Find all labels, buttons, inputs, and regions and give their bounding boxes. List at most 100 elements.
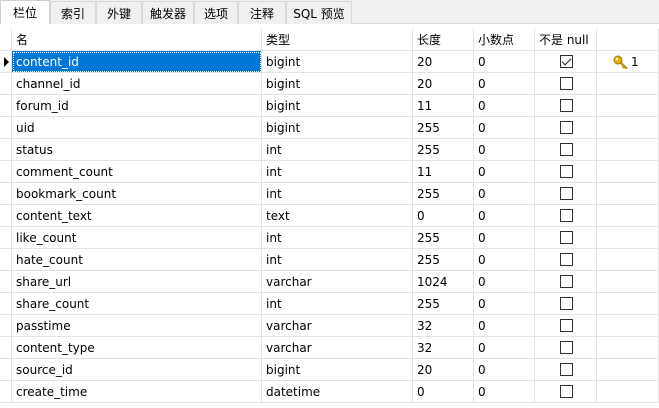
key-cell[interactable] bbox=[597, 337, 659, 359]
key-cell[interactable] bbox=[597, 117, 659, 139]
field-name-cell[interactable]: content_id bbox=[12, 51, 262, 73]
not-null-cell[interactable] bbox=[535, 271, 597, 293]
key-cell[interactable] bbox=[597, 381, 659, 403]
not-null-checkbox[interactable] bbox=[560, 143, 573, 156]
not-null-cell[interactable] bbox=[535, 315, 597, 337]
field-type-cell[interactable]: int bbox=[262, 183, 413, 205]
field-length-cell[interactable]: 255 bbox=[413, 183, 474, 205]
not-null-checkbox[interactable] bbox=[560, 121, 573, 134]
field-name-cell[interactable]: status bbox=[12, 139, 262, 161]
not-null-checkbox[interactable] bbox=[560, 55, 573, 68]
field-length-cell[interactable]: 0 bbox=[413, 381, 474, 403]
field-name-cell[interactable]: comment_count bbox=[12, 161, 262, 183]
field-decimals-cell[interactable]: 0 bbox=[474, 183, 535, 205]
not-null-checkbox[interactable] bbox=[560, 187, 573, 200]
key-cell[interactable] bbox=[597, 359, 659, 381]
key-cell[interactable] bbox=[597, 293, 659, 315]
field-decimals-cell[interactable]: 0 bbox=[474, 337, 535, 359]
field-name-cell[interactable]: source_id bbox=[12, 359, 262, 381]
field-type-cell[interactable]: int bbox=[262, 293, 413, 315]
row-indicator[interactable] bbox=[0, 117, 12, 139]
field-length-cell[interactable]: 20 bbox=[413, 51, 474, 73]
field-type-cell[interactable]: datetime bbox=[262, 381, 413, 403]
not-null-checkbox[interactable] bbox=[560, 363, 573, 376]
row-indicator[interactable] bbox=[0, 161, 12, 183]
field-type-cell[interactable]: int bbox=[262, 227, 413, 249]
field-name-cell[interactable]: like_count bbox=[12, 227, 262, 249]
not-null-checkbox[interactable] bbox=[560, 253, 573, 266]
field-name-cell[interactable]: content_type bbox=[12, 337, 262, 359]
field-type-cell[interactable]: int bbox=[262, 249, 413, 271]
field-type-cell[interactable]: varchar bbox=[262, 315, 413, 337]
key-cell[interactable] bbox=[597, 95, 659, 117]
field-type-cell[interactable]: bigint bbox=[262, 117, 413, 139]
field-name-cell[interactable]: share_count bbox=[12, 293, 262, 315]
row-indicator[interactable] bbox=[0, 359, 12, 381]
not-null-checkbox[interactable] bbox=[560, 341, 573, 354]
row-indicator[interactable] bbox=[0, 293, 12, 315]
column-header-key[interactable] bbox=[597, 29, 659, 51]
field-decimals-cell[interactable]: 0 bbox=[474, 51, 535, 73]
row-indicator[interactable] bbox=[0, 183, 12, 205]
tab-options[interactable]: 选项 bbox=[194, 1, 238, 24]
field-length-cell[interactable]: 0 bbox=[413, 205, 474, 227]
field-type-cell[interactable]: int bbox=[262, 161, 413, 183]
not-null-checkbox[interactable] bbox=[560, 275, 573, 288]
field-length-cell[interactable]: 255 bbox=[413, 249, 474, 271]
key-cell[interactable] bbox=[597, 139, 659, 161]
field-name-cell[interactable]: create_time bbox=[12, 381, 262, 403]
column-header-length[interactable]: 长度 bbox=[413, 29, 474, 51]
not-null-cell[interactable] bbox=[535, 139, 597, 161]
key-cell[interactable] bbox=[597, 183, 659, 205]
not-null-cell[interactable] bbox=[535, 227, 597, 249]
field-type-cell[interactable]: int bbox=[262, 139, 413, 161]
key-cell[interactable] bbox=[597, 227, 659, 249]
field-decimals-cell[interactable]: 0 bbox=[474, 161, 535, 183]
not-null-cell[interactable] bbox=[535, 183, 597, 205]
column-header-not-null[interactable]: 不是 null bbox=[535, 29, 597, 51]
tab-comments[interactable]: 注释 bbox=[238, 1, 286, 24]
row-indicator[interactable] bbox=[0, 249, 12, 271]
field-name-cell[interactable]: channel_id bbox=[12, 73, 262, 95]
field-length-cell[interactable]: 255 bbox=[413, 227, 474, 249]
row-indicator[interactable] bbox=[0, 337, 12, 359]
tab-foreign-keys[interactable]: 外键 bbox=[96, 1, 142, 24]
not-null-checkbox[interactable] bbox=[560, 99, 573, 112]
tab-indexes[interactable]: 索引 bbox=[50, 1, 96, 24]
field-type-cell[interactable]: varchar bbox=[262, 337, 413, 359]
not-null-checkbox[interactable] bbox=[560, 231, 573, 244]
row-indicator[interactable] bbox=[0, 139, 12, 161]
field-name-cell[interactable]: uid bbox=[12, 117, 262, 139]
key-cell[interactable] bbox=[597, 205, 659, 227]
not-null-cell[interactable] bbox=[535, 293, 597, 315]
row-indicator[interactable] bbox=[0, 95, 12, 117]
not-null-checkbox[interactable] bbox=[560, 165, 573, 178]
field-length-cell[interactable]: 1024 bbox=[413, 271, 474, 293]
field-length-cell[interactable]: 20 bbox=[413, 359, 474, 381]
not-null-checkbox[interactable] bbox=[560, 319, 573, 332]
field-decimals-cell[interactable]: 0 bbox=[474, 249, 535, 271]
row-indicator[interactable] bbox=[0, 381, 12, 403]
key-cell[interactable] bbox=[597, 271, 659, 293]
column-header-decimals[interactable]: 小数点 bbox=[474, 29, 535, 51]
not-null-cell[interactable] bbox=[535, 117, 597, 139]
field-decimals-cell[interactable]: 0 bbox=[474, 359, 535, 381]
column-header-type[interactable]: 类型 bbox=[262, 29, 413, 51]
not-null-cell[interactable] bbox=[535, 73, 597, 95]
field-name-cell[interactable]: share_url bbox=[12, 271, 262, 293]
key-cell[interactable] bbox=[597, 161, 659, 183]
not-null-cell[interactable] bbox=[535, 359, 597, 381]
field-type-cell[interactable]: bigint bbox=[262, 95, 413, 117]
field-length-cell[interactable]: 32 bbox=[413, 315, 474, 337]
row-indicator[interactable] bbox=[0, 227, 12, 249]
row-indicator[interactable] bbox=[0, 271, 12, 293]
not-null-checkbox[interactable] bbox=[560, 77, 573, 90]
field-type-cell[interactable]: text bbox=[262, 205, 413, 227]
not-null-cell[interactable] bbox=[535, 249, 597, 271]
field-decimals-cell[interactable]: 0 bbox=[474, 117, 535, 139]
field-name-cell[interactable]: hate_count bbox=[12, 249, 262, 271]
field-name-cell[interactable]: forum_id bbox=[12, 95, 262, 117]
field-decimals-cell[interactable]: 0 bbox=[474, 205, 535, 227]
field-name-cell[interactable]: content_text bbox=[12, 205, 262, 227]
field-decimals-cell[interactable]: 0 bbox=[474, 227, 535, 249]
